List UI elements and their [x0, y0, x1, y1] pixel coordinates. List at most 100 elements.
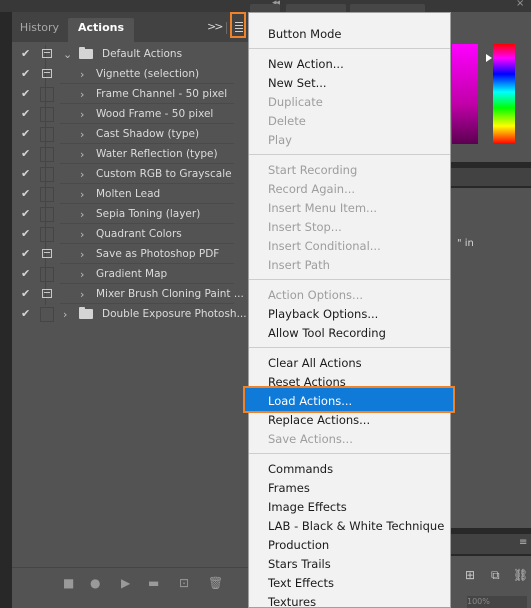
chevron-right-icon[interactable]: › — [80, 208, 84, 221]
menu-item-new-set[interactable]: New Set... — [249, 74, 450, 93]
action-row[interactable]: ✔ › Water Reflection (type) — [12, 145, 248, 165]
link-icon[interactable]: ⛓ — [513, 568, 528, 582]
chevron-down-icon[interactable]: ⌄ — [63, 48, 72, 61]
record-icon[interactable]: ● — [90, 576, 100, 590]
menu-item-clear-all-actions[interactable]: Clear All Actions — [249, 354, 450, 373]
dialog-toggle[interactable] — [40, 107, 54, 122]
dialog-toggle[interactable] — [40, 147, 54, 162]
chevron-right-icon[interactable]: › — [80, 108, 84, 121]
menu-separator — [249, 154, 450, 155]
row-divider — [60, 123, 234, 124]
chevron-right-icon[interactable]: › — [80, 128, 84, 141]
menu-item-commands[interactable]: Commands — [249, 460, 450, 479]
menu-item-play: Play — [268, 133, 292, 147]
action-row[interactable]: ✔ › Mixer Brush Cloning Paint ... — [12, 285, 248, 305]
tab-actions[interactable]: Actions — [68, 18, 134, 42]
checkmark-icon[interactable]: ✔ — [21, 167, 35, 181]
dialog-toggle[interactable] — [40, 207, 54, 222]
menu-item-textures[interactable]: Textures — [249, 593, 450, 607]
dialog-toggle[interactable] — [40, 287, 54, 302]
menu-item-stars-trails[interactable]: Stars Trails — [249, 555, 450, 574]
chevron-right-icon[interactable]: › — [63, 308, 67, 321]
transform-icon[interactable]: ⧉ — [491, 568, 500, 583]
checkmark-icon[interactable]: ✔ — [21, 207, 35, 221]
checkmark-icon[interactable]: ✔ — [21, 107, 35, 121]
checkmark-icon[interactable]: ✔ — [21, 227, 35, 241]
checkmark-icon[interactable]: ✔ — [21, 47, 35, 61]
checkmark-icon[interactable]: ✔ — [21, 87, 35, 101]
action-row[interactable]: ✔ › Gradient Map — [12, 265, 248, 285]
action-row[interactable]: ✔ › Custom RGB to Grayscale — [12, 165, 248, 185]
menu-item-text-effects[interactable]: Text Effects — [249, 574, 450, 593]
chevron-right-icon[interactable]: › — [80, 248, 84, 261]
chevron-right-icon[interactable]: › — [80, 268, 84, 281]
menu-item-allow-tool-recording[interactable]: Allow Tool Recording — [249, 324, 450, 343]
zoom-field[interactable]: 100% — [467, 596, 527, 608]
menu-item-image-effects[interactable]: Image Effects — [249, 498, 450, 517]
action-row[interactable]: ✔ › Wood Frame - 50 pixel — [12, 105, 248, 125]
dialog-toggle[interactable] — [40, 167, 54, 182]
collapse-panel-icon[interactable]: >> — [207, 20, 224, 33]
action-name: Double Exposure Photosh... — [102, 308, 247, 320]
menu-item-insert-stop: Insert Stop... — [268, 220, 342, 234]
action-row[interactable]: ✔ › Frame Channel - 50 pixel — [12, 85, 248, 105]
action-row[interactable]: ✔ › Sepia Toning (layer) — [12, 205, 248, 225]
action-row[interactable]: ✔ › Quadrant Colors — [12, 225, 248, 245]
checkmark-icon[interactable]: ✔ — [21, 187, 35, 201]
menu-separator — [249, 347, 450, 348]
close-icon[interactable]: × — [516, 0, 524, 9]
play-icon[interactable]: ▶ — [121, 576, 130, 590]
chevron-right-icon[interactable]: › — [80, 188, 84, 201]
action-row[interactable]: ✔ › Save as Photoshop PDF — [12, 245, 248, 265]
top-strip: ◂◂ × — [0, 0, 531, 12]
checkmark-icon[interactable]: ✔ — [21, 307, 35, 321]
stop-icon[interactable]: ■ — [63, 576, 74, 590]
dialog-icon — [42, 249, 52, 258]
checkmark-icon[interactable]: ✔ — [21, 267, 35, 281]
new-action-icon[interactable]: ⊡ — [179, 576, 189, 590]
action-row[interactable]: ✔ › Molten Lead — [12, 185, 248, 205]
action-set-row[interactable]: ✔ ⌄ Default Actions — [12, 45, 248, 65]
dialog-toggle[interactable] — [40, 267, 54, 282]
chevron-right-icon[interactable]: › — [80, 148, 84, 161]
menu-item-lab-black-white-technique[interactable]: LAB - Black & White Technique — [249, 517, 450, 536]
panel-menu-icon[interactable] — [230, 12, 246, 38]
menu-dots-icon[interactable]: ≡ — [519, 537, 527, 548]
menu-item-frames[interactable]: Frames — [249, 479, 450, 498]
chevron-right-icon[interactable]: › — [80, 88, 84, 101]
trash-icon[interactable]: 🗑 — [208, 576, 223, 590]
action-row[interactable]: ✔ › Vignette (selection) — [12, 65, 248, 85]
menu-item-load-actions[interactable]: Load Actions... — [246, 392, 447, 411]
dialog-toggle[interactable] — [40, 87, 54, 102]
color-field[interactable] — [452, 44, 478, 144]
hue-slider[interactable] — [493, 44, 515, 144]
dialog-toggle[interactable] — [40, 67, 54, 82]
menu-item-replace-actions[interactable]: Replace Actions... — [249, 411, 450, 430]
checkmark-icon[interactable]: ✔ — [21, 147, 35, 161]
menu-item-production[interactable]: Production — [249, 536, 450, 555]
dialog-toggle[interactable] — [40, 127, 54, 142]
dialog-toggle[interactable] — [40, 227, 54, 242]
dialog-toggle[interactable] — [40, 187, 54, 202]
hue-marker-icon[interactable] — [486, 54, 492, 62]
checkmark-icon[interactable]: ✔ — [21, 127, 35, 141]
checkmark-icon[interactable]: ✔ — [21, 67, 35, 81]
dialog-toggle[interactable] — [40, 307, 54, 322]
action-set-row[interactable]: ✔ › Double Exposure Photosh... — [12, 305, 248, 325]
dialog-toggle[interactable] — [40, 247, 54, 262]
checkmark-icon[interactable]: ✔ — [21, 247, 35, 261]
menu-item-button-mode[interactable]: Button Mode — [249, 25, 450, 44]
menu-item-load-actions-highlight[interactable]: Load Actions... — [243, 386, 455, 413]
dialog-toggle[interactable] — [40, 47, 54, 62]
menu-item-new-action[interactable]: New Action... — [249, 55, 450, 74]
adjust-icon[interactable]: ⊞ — [465, 568, 475, 582]
chevron-right-icon[interactable]: › — [80, 168, 84, 181]
chevron-right-icon[interactable]: › — [80, 228, 84, 241]
chevron-right-icon[interactable]: › — [80, 288, 84, 301]
tab-history[interactable]: History — [12, 18, 67, 42]
chevron-right-icon[interactable]: › — [80, 68, 84, 81]
folder-icon[interactable]: ▬ — [148, 576, 159, 590]
checkmark-icon[interactable]: ✔ — [21, 287, 35, 301]
action-row[interactable]: ✔ › Cast Shadow (type) — [12, 125, 248, 145]
menu-item-playback-options[interactable]: Playback Options... — [249, 305, 450, 324]
